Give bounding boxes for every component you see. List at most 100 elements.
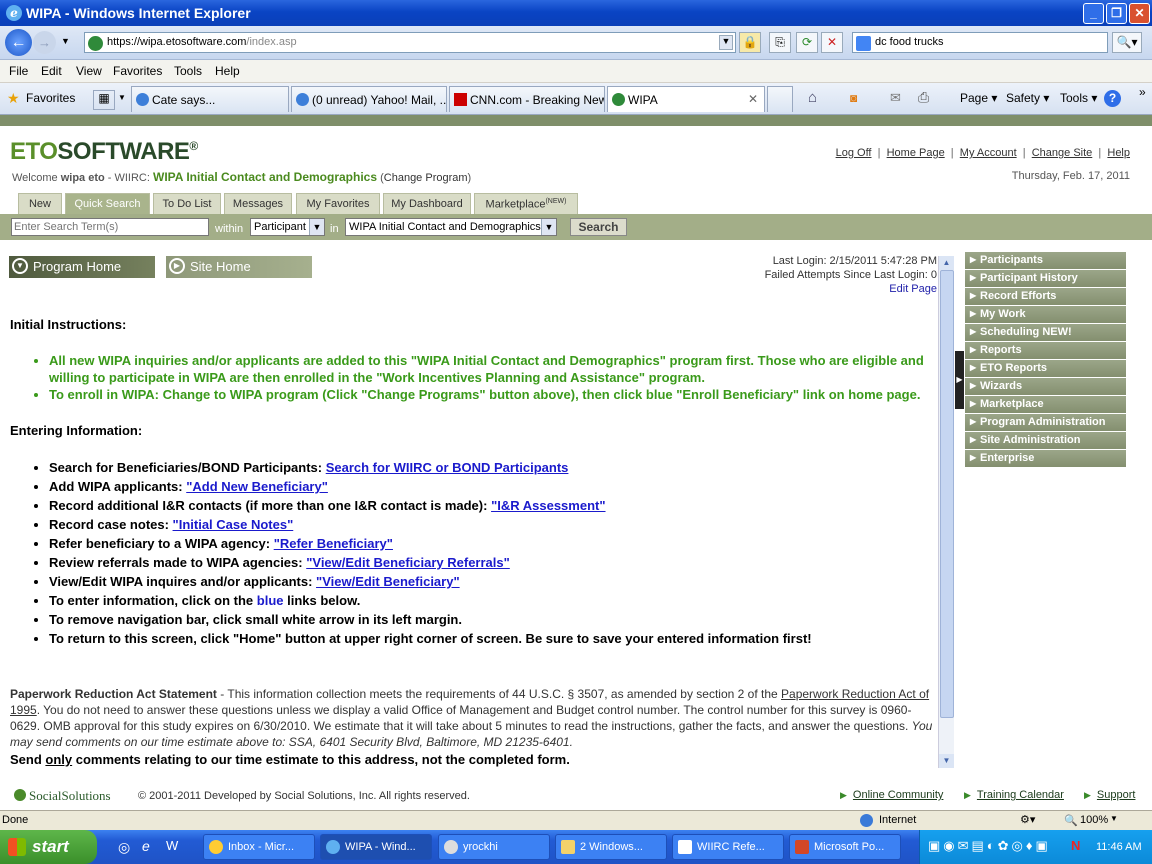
tab-to-do-list[interactable]: To Do List <box>153 193 221 214</box>
nav-participants[interactable]: ▶ Participants <box>965 252 1126 270</box>
browser-tab-3[interactable]: CNN.com - Breaking New... <box>449 86 605 112</box>
change-program-link[interactable]: Change Program <box>384 172 468 184</box>
menu-view[interactable]: View <box>76 64 102 78</box>
tab-quick-search[interactable]: Quick Search <box>65 193 150 214</box>
tab-my-dashboard[interactable]: My Dashboard <box>383 193 471 214</box>
refer-beneficiary-link[interactable]: "Refer Beneficiary" <box>274 536 393 551</box>
view-edit-beneficiary-link[interactable]: "View/Edit Beneficiary" <box>316 574 460 589</box>
scrollbar-thumb[interactable] <box>940 270 954 718</box>
add-beneficiary-link[interactable]: "Add New Beneficiary" <box>186 479 328 494</box>
program-home-button[interactable]: ▼ Program Home <box>9 256 155 278</box>
safety-menu[interactable]: Safety ▾ <box>1006 91 1049 105</box>
browser-tab-2[interactable]: (0 unread) Yahoo! Mail, ... <box>291 86 447 112</box>
search-participants-link[interactable]: Search for WIIRC or BOND Participants <box>326 460 569 475</box>
menu-file[interactable]: File <box>9 64 28 78</box>
read-mail-icon[interactable]: ✉ <box>890 90 901 106</box>
taskbar-item-yrockhi[interactable]: yrockhi <box>438 834 550 860</box>
favorites-star-icon[interactable]: ★ <box>7 90 20 107</box>
nav-record-efforts[interactable]: ▶ Record Efforts <box>965 288 1126 306</box>
tray-icons[interactable]: ▣◉✉▤◐✿◎♦▣ <box>928 838 1051 854</box>
content-scrollbar[interactable]: ▲ ▼ <box>938 256 954 768</box>
compatibility-icon[interactable]: ⎘ <box>769 32 791 53</box>
clock[interactable]: 11:46 AM <box>1096 841 1142 853</box>
within-select[interactable]: Participant ▼ <box>250 218 325 236</box>
tools-menu[interactable]: Tools ▾ <box>1060 91 1097 105</box>
initial-case-notes-link[interactable]: "Initial Case Notes" <box>173 517 294 532</box>
nav-participant-history[interactable]: ▶ Participant History <box>965 270 1126 288</box>
training-calendar-link[interactable]: ▶ Training Calendar <box>964 789 1064 801</box>
minimize-button[interactable]: _ <box>1083 3 1104 24</box>
search-submit-button[interactable]: Search <box>570 218 627 236</box>
favorites-button[interactable]: Favorites <box>26 91 75 105</box>
taskbar-item-wipa[interactable]: WIPA - Wind... <box>320 834 432 860</box>
taskbar-item-outlook[interactable]: Inbox - Micr... <box>203 834 315 860</box>
taskbar-item-windows-explorer[interactable]: 2 Windows... <box>555 834 667 860</box>
program-select[interactable]: WIPA Initial Contact and Demographics ▼ <box>345 218 557 236</box>
home-page-link[interactable]: Home Page <box>887 147 945 159</box>
nav-wizards[interactable]: ▶ Wizards <box>965 378 1126 396</box>
stop-icon[interactable]: ✕ <box>821 32 843 53</box>
address-input[interactable]: https://wipa.etosoftware.com/index.asp ▼ <box>84 32 736 53</box>
ir-assessment-link[interactable]: "I&R Assessment" <box>491 498 605 513</box>
view-referrals-link[interactable]: "View/Edit Beneficiary Referrals" <box>306 555 510 570</box>
new-tab-button[interactable] <box>767 86 793 112</box>
tray-n-icon[interactable]: N <box>1071 838 1080 853</box>
menu-tools[interactable]: Tools <box>174 64 202 78</box>
chevron-more-icon[interactable]: » <box>1139 85 1146 99</box>
tab-new[interactable]: New <box>18 193 62 214</box>
recent-pages-dropdown-icon[interactable]: ▼ <box>61 36 70 46</box>
back-button[interactable]: ← <box>5 29 32 56</box>
address-dropdown-icon[interactable]: ▼ <box>719 35 733 50</box>
browser-tab-4-active[interactable]: WIPA ✕ <box>607 86 765 112</box>
quicklaunch-icon-1[interactable]: ◎ <box>118 839 130 856</box>
taskbar-item-powerpoint[interactable]: Microsoft Po... <box>789 834 901 860</box>
taskbar-item-wiirc[interactable]: WIIRC Refe... <box>672 834 784 860</box>
menu-help[interactable]: Help <box>215 64 240 78</box>
lock-icon[interactable]: 🔒 <box>739 32 761 53</box>
help-icon[interactable]: ? <box>1104 90 1121 107</box>
quick-tabs-icon[interactable]: ▦ <box>93 90 115 110</box>
scroll-down-icon[interactable]: ▼ <box>939 754 954 768</box>
tab-list-dropdown-icon[interactable]: ▼ <box>118 93 126 102</box>
tab-my-favorites[interactable]: My Favorites <box>296 193 380 214</box>
help-link[interactable]: Help <box>1107 147 1130 159</box>
collapse-nav-button[interactable]: ▶ <box>955 351 964 409</box>
protected-mode-icon[interactable]: ⚙▾ <box>1020 813 1035 826</box>
page-menu[interactable]: Page ▾ <box>960 91 997 105</box>
edit-page-link[interactable]: Edit Page <box>889 283 937 295</box>
nav-scheduling[interactable]: ▶ Scheduling NEW! <box>965 324 1126 342</box>
rss-feed-icon[interactable]: ◙ <box>850 91 857 105</box>
menu-favorites[interactable]: Favorites <box>113 64 162 78</box>
scroll-up-icon[interactable]: ▲ <box>939 256 954 270</box>
tab-marketplace[interactable]: Marketplace(NEW) <box>474 193 578 214</box>
nav-reports[interactable]: ▶ Reports <box>965 342 1126 360</box>
nav-eto-reports[interactable]: ▶ ETO Reports <box>965 360 1126 378</box>
nav-site-administration[interactable]: ▶ Site Administration <box>965 432 1126 450</box>
refresh-icon[interactable]: ⟳ <box>796 32 818 53</box>
my-account-link[interactable]: My Account <box>960 147 1017 159</box>
nav-program-administration[interactable]: ▶ Program Administration <box>965 414 1126 432</box>
tab-messages[interactable]: Messages <box>224 193 292 214</box>
support-link[interactable]: ▶ Support <box>1084 789 1135 801</box>
search-input[interactable]: dc food trucks <box>852 32 1108 53</box>
close-tab-icon[interactable]: ✕ <box>748 92 758 106</box>
nav-marketplace[interactable]: ▶ Marketplace <box>965 396 1126 414</box>
zoom-icon[interactable]: 🔍 <box>1064 814 1078 827</box>
close-button[interactable]: ✕ <box>1129 3 1150 24</box>
browser-tab-1[interactable]: Cate says... <box>131 86 289 112</box>
log-off-link[interactable]: Log Off <box>836 147 872 159</box>
zoom-level[interactable]: 100% <box>1080 814 1108 826</box>
maximize-button[interactable]: ❐ <box>1106 3 1127 24</box>
nav-my-work[interactable]: ▶ My Work <box>965 306 1126 324</box>
quicklaunch-ie-icon[interactable]: e <box>142 838 150 854</box>
print-icon[interactable]: ⎙ <box>918 89 929 106</box>
search-term-input[interactable] <box>11 218 209 236</box>
start-button[interactable]: start <box>0 830 97 864</box>
nav-enterprise[interactable]: ▶ Enterprise <box>965 450 1126 468</box>
site-home-button[interactable]: ▶ Site Home <box>166 256 312 278</box>
online-community-link[interactable]: ▶ Online Community <box>840 789 943 801</box>
change-site-link[interactable]: Change Site <box>1032 147 1093 159</box>
zoom-dropdown-icon[interactable]: ▼ <box>1110 814 1118 823</box>
menu-edit[interactable]: Edit <box>41 64 62 78</box>
search-button[interactable]: 🔍▾ <box>1112 32 1142 53</box>
